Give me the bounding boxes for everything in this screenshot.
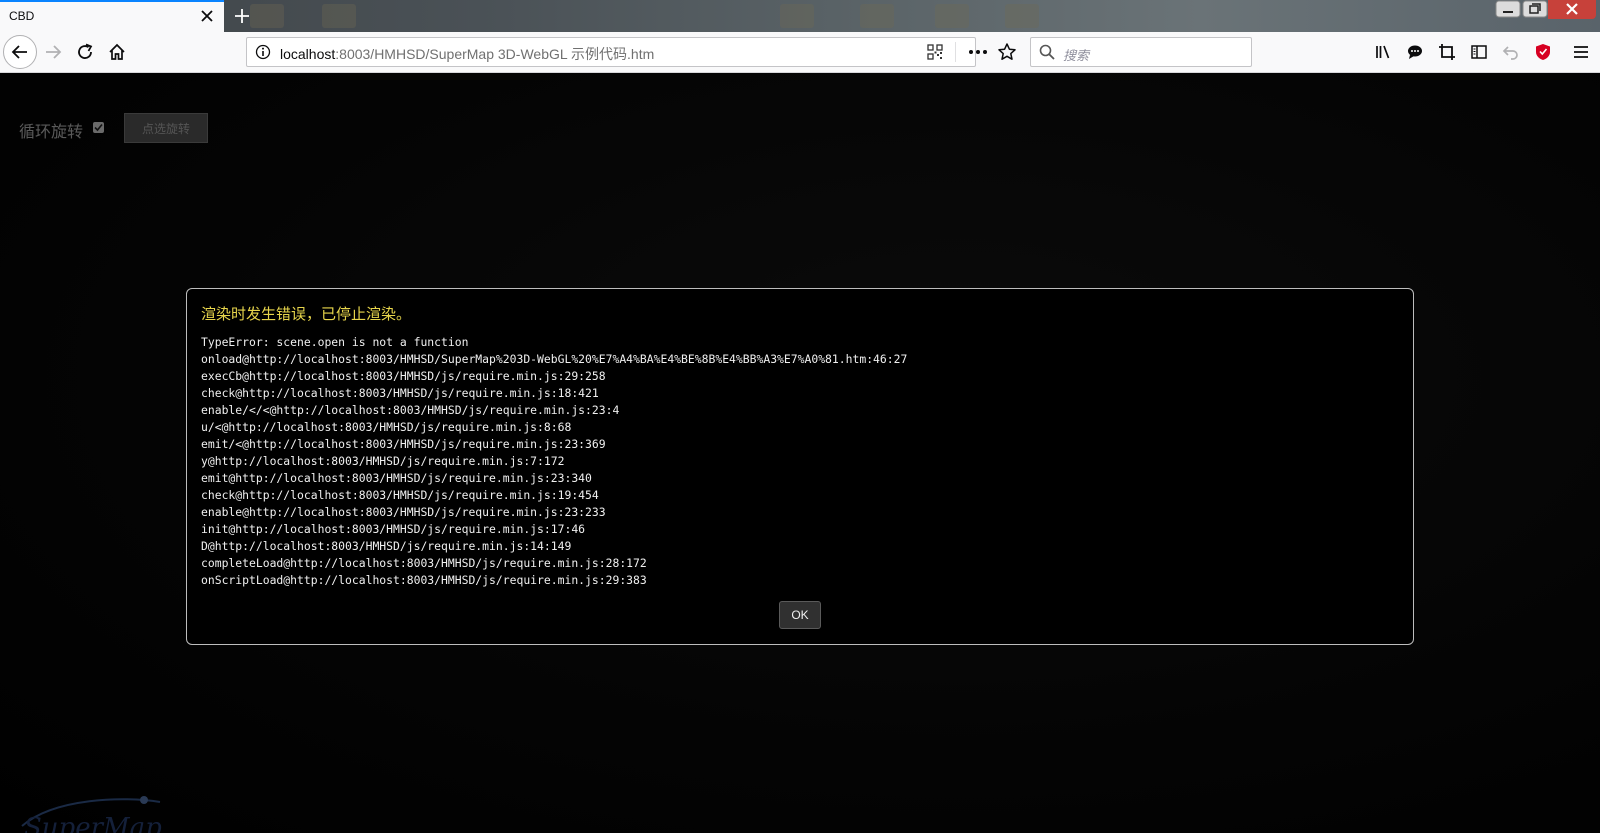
search-icon xyxy=(1039,44,1055,60)
back-button[interactable] xyxy=(3,35,37,69)
rotate-loop-checkbox[interactable] xyxy=(93,122,104,133)
sidebar-button[interactable] xyxy=(1464,37,1494,67)
webgl-viewport[interactable]: 循环旋转 点选旋转 SuperMap 渲染时发生错误，已停止渲染。 TypeEr… xyxy=(0,73,1600,833)
chat-icon xyxy=(1408,45,1422,59)
back-arrow-icon xyxy=(11,45,27,59)
sidebar-icon xyxy=(1471,45,1487,59)
stack-trace-line: enable/</<@http://localhost:8003/HMHSD/j… xyxy=(201,403,620,417)
search-bar[interactable]: 搜索 xyxy=(1030,37,1252,67)
stack-trace-line: D@http://localhost:8003/HMHSD/js/require… xyxy=(201,539,572,553)
url-divider xyxy=(955,42,956,62)
url-path: :8003/HMHSD/SuperMap 3D-WebGL 示例代码.htm xyxy=(335,46,655,62)
undo-button[interactable] xyxy=(1496,37,1526,67)
navigation-toolbar: localhost:8003/HMHSD/SuperMap 3D-WebGL 示… xyxy=(0,32,1600,73)
stack-trace-line: u/<@http://localhost:8003/HMHSD/js/requi… xyxy=(201,420,572,434)
reload-button[interactable] xyxy=(70,37,100,67)
tab-title: CBD xyxy=(9,9,35,23)
stack-trace-line: y@http://localhost:8003/HMHSD/js/require… xyxy=(201,454,565,468)
error-stack-trace: TypeError: scene.open is not a function o… xyxy=(201,334,907,589)
rotate-loop-label: 循环旋转 xyxy=(19,122,84,141)
stack-trace-line: emit@http://localhost:8003/HMHSD/js/requ… xyxy=(201,471,592,485)
forward-button[interactable] xyxy=(38,37,68,67)
supermap-logo: SuperMap xyxy=(21,796,162,833)
background-blur xyxy=(860,4,894,28)
minimize-window-button[interactable] xyxy=(1494,0,1522,19)
plus-icon[interactable] xyxy=(232,6,252,26)
chat-button[interactable] xyxy=(1400,37,1430,67)
stack-trace-line: init@http://localhost:8003/HMHSD/js/requ… xyxy=(201,522,586,536)
home-button[interactable] xyxy=(102,37,132,67)
stack-trace-line: check@http://localhost:8003/HMHSD/js/req… xyxy=(201,488,599,502)
stack-trace-line: completeLoad@http://localhost:8003/HMHSD… xyxy=(201,556,647,570)
screenshot-button[interactable] xyxy=(1432,37,1462,67)
stack-trace-line: onload@http://localhost:8003/HMHSD/Super… xyxy=(201,352,908,366)
dialog-title: 渲染时发生错误，已停止渲染。 xyxy=(201,305,412,323)
background-blur xyxy=(935,4,969,28)
background-blur xyxy=(1005,4,1039,28)
menu-button[interactable] xyxy=(1566,37,1596,67)
stack-trace-line: onScriptLoad@http://localhost:8003/HMHSD… xyxy=(201,573,647,587)
star-icon[interactable] xyxy=(997,42,1017,62)
library-button[interactable] xyxy=(1368,37,1398,67)
url-bar[interactable]: localhost:8003/HMHSD/SuperMap 3D-WebGL 示… xyxy=(246,37,1016,67)
url-host: localhost xyxy=(280,46,336,62)
extension-button[interactable] xyxy=(1528,37,1558,67)
close-icon[interactable] xyxy=(198,7,216,25)
forward-arrow-icon xyxy=(46,45,62,59)
background-blur xyxy=(322,4,356,28)
error-dialog: 渲染时发生错误，已停止渲染。 TypeError: scene.open is … xyxy=(186,288,1414,645)
home-icon xyxy=(109,43,125,60)
stack-trace-line: execCb@http://localhost:8003/HMHSD/js/re… xyxy=(201,369,606,383)
title-bar: CBD xyxy=(0,0,1600,32)
library-icon xyxy=(1376,45,1390,59)
background-blur xyxy=(780,4,814,28)
crop-icon xyxy=(1439,44,1455,60)
restore-window-button[interactable] xyxy=(1522,0,1548,19)
stack-trace-line: TypeError: scene.open is not a function xyxy=(201,335,469,349)
search-placeholder: 搜索 xyxy=(1063,49,1090,64)
background-blur xyxy=(250,4,284,28)
shield-icon xyxy=(1536,44,1550,60)
more-dots-icon[interactable] xyxy=(967,43,989,61)
ok-button[interactable]: OK xyxy=(779,601,821,629)
undo-icon xyxy=(1502,46,1518,60)
select-rotate-button[interactable]: 点选旋转 xyxy=(124,113,208,143)
svg-text:SuperMap: SuperMap xyxy=(24,813,162,833)
close-window-button[interactable] xyxy=(1548,0,1596,19)
stack-trace-line: emit/<@http://localhost:8003/HMHSD/js/re… xyxy=(201,437,606,451)
hamburger-menu-icon xyxy=(1574,46,1588,58)
stack-trace-line: enable@http://localhost:8003/HMHSD/js/re… xyxy=(201,505,606,519)
reload-icon xyxy=(78,43,93,59)
tab-cbd[interactable]: CBD xyxy=(0,0,224,32)
stack-trace-line: check@http://localhost:8003/HMHSD/js/req… xyxy=(201,386,599,400)
checkmark-icon xyxy=(94,123,103,132)
qr-code-icon[interactable] xyxy=(927,44,943,60)
info-icon[interactable] xyxy=(255,44,271,60)
url-text[interactable]: localhost:8003/HMHSD/SuperMap 3D-WebGL 示… xyxy=(280,44,654,64)
